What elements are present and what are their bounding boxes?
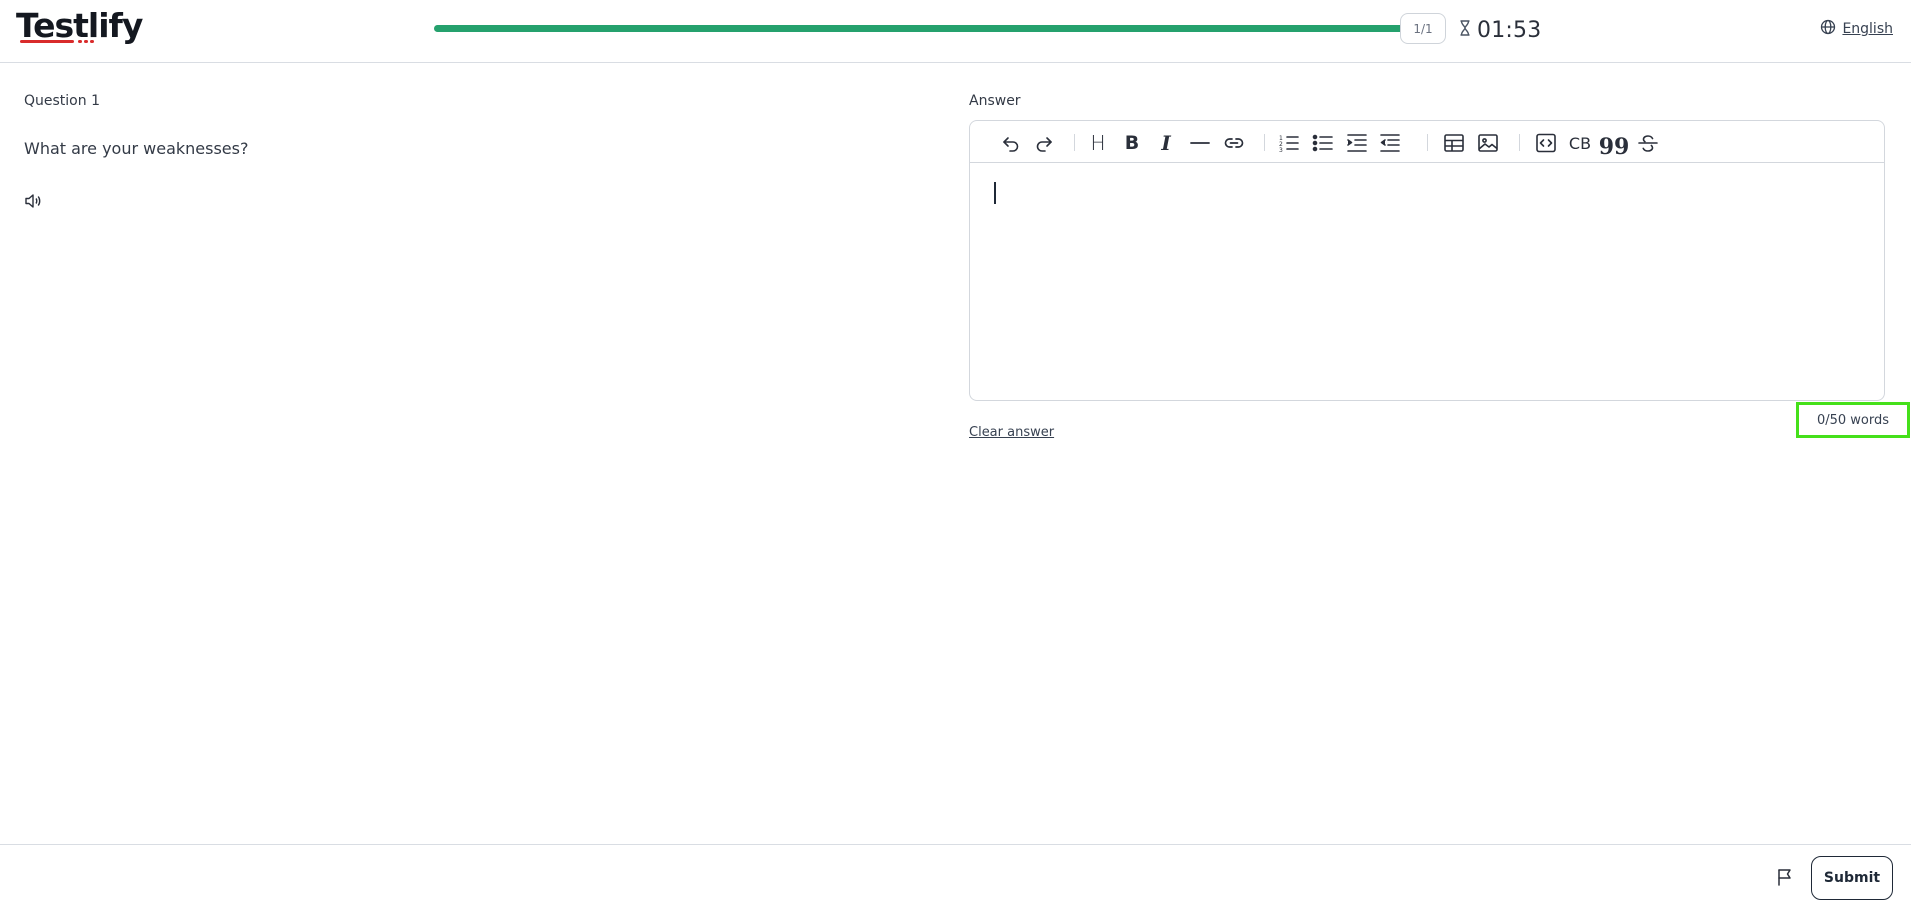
- progress-fill: [434, 25, 1434, 32]
- blockquote-icon-label: 99: [1598, 134, 1630, 160]
- header: Testlify 1/1 01:53 English: [0, 0, 1911, 63]
- answer-label: Answer: [969, 93, 1021, 109]
- italic-icon[interactable]: I: [1152, 130, 1180, 156]
- timer: 01:53: [1459, 16, 1541, 44]
- app-root: Testlify 1/1 01:53 English Question 1 Wh…: [0, 0, 1911, 905]
- svg-text:3: 3: [1279, 147, 1283, 154]
- clear-answer-link[interactable]: Clear answer: [969, 425, 1054, 440]
- submit-button[interactable]: Submit: [1811, 856, 1893, 900]
- horizontal-rule-icon[interactable]: [1186, 130, 1214, 156]
- logo-underline: [20, 40, 94, 44]
- bullet-list-icon[interactable]: [1309, 130, 1337, 156]
- code-block-icon-label: CB: [1568, 133, 1592, 153]
- hourglass-icon: [1459, 20, 1471, 40]
- outdent-icon[interactable]: [1376, 130, 1404, 156]
- question-counter: 1/1: [1400, 13, 1446, 44]
- speaker-icon[interactable]: [23, 191, 43, 211]
- bold-icon-label: B: [1124, 132, 1140, 154]
- language-label[interactable]: English: [1842, 21, 1893, 37]
- heading-icon[interactable]: H: [1084, 130, 1112, 156]
- question-label: Question 1: [24, 93, 100, 109]
- flag-icon[interactable]: [1775, 867, 1795, 887]
- code-block-icon[interactable]: CB: [1566, 130, 1594, 156]
- question-text: What are your weaknesses?: [24, 139, 249, 158]
- link-icon[interactable]: [1220, 130, 1248, 156]
- italic-icon-label: I: [1161, 131, 1171, 155]
- toolbar-separator: [1074, 134, 1075, 151]
- timer-text: 01:53: [1477, 17, 1542, 43]
- word-count: 0/50 words: [1796, 402, 1910, 438]
- ordered-list-icon[interactable]: 1 2 3: [1275, 130, 1303, 156]
- globe-icon: [1820, 19, 1836, 39]
- redo-icon[interactable]: [1030, 130, 1058, 156]
- toolbar-separator: [1519, 134, 1520, 151]
- strikethrough-icon[interactable]: [1634, 130, 1662, 156]
- text-caret: [994, 182, 996, 204]
- heading-icon-label: H: [1090, 131, 1106, 155]
- answer-editor[interactable]: H B I 1 2 3 CB 99: [969, 120, 1885, 401]
- code-icon[interactable]: [1532, 130, 1560, 156]
- toolbar-separator: [1264, 134, 1265, 151]
- footer: Submit: [0, 844, 1911, 905]
- toolbar-separator: [1427, 134, 1428, 151]
- image-icon[interactable]: [1474, 130, 1502, 156]
- editor-toolbar: H B I 1 2 3 CB 99: [970, 121, 1884, 163]
- indent-icon[interactable]: [1343, 130, 1371, 156]
- blockquote-icon[interactable]: 99: [1598, 130, 1630, 160]
- undo-icon[interactable]: [997, 130, 1025, 156]
- bold-icon[interactable]: B: [1118, 130, 1146, 156]
- language-selector[interactable]: English: [1820, 19, 1893, 39]
- progress-bar: [434, 25, 1434, 32]
- table-icon[interactable]: [1440, 130, 1468, 156]
